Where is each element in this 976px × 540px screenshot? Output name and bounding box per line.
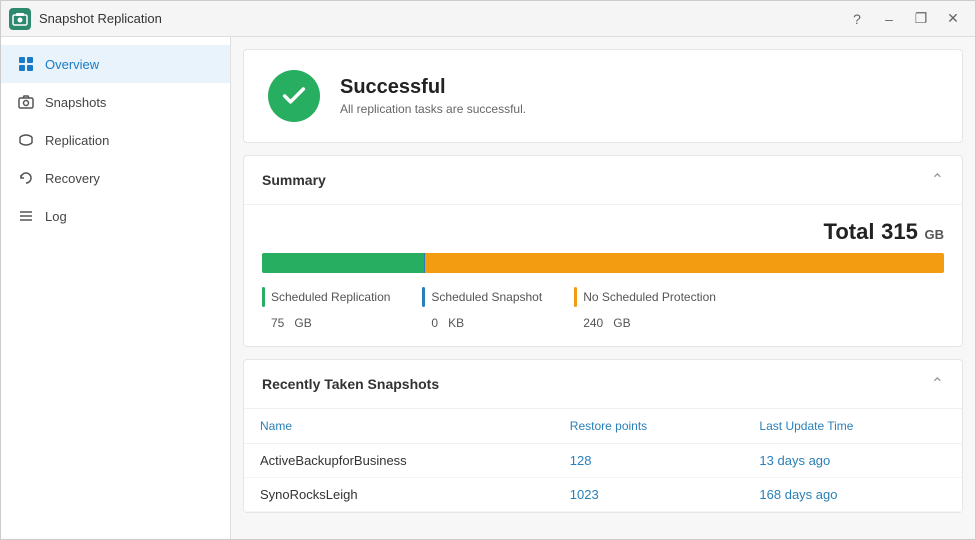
col-name: Name: [244, 409, 554, 444]
window-controls: ? – ❐ ✕: [843, 7, 967, 31]
log-icon: [17, 207, 35, 225]
summary-collapse-icon[interactable]: ⌃: [931, 170, 944, 190]
row1-update: 13 days ago: [743, 444, 962, 478]
sidebar-snapshots-label: Snapshots: [45, 95, 106, 110]
sidebar-recovery-label: Recovery: [45, 171, 100, 186]
row2-update: 168 days ago: [743, 478, 962, 512]
legend-scheduled-snapshot: Scheduled Snapshot 0 KB: [422, 287, 542, 332]
app-window: Snapshot Replication ? – ❐ ✕ Overview: [0, 0, 976, 540]
snapshots-title: Recently Taken Snapshots: [262, 376, 439, 392]
ss-unit: KB: [448, 316, 464, 330]
replication-icon: [17, 131, 35, 149]
sidebar-item-recovery[interactable]: Recovery: [1, 159, 230, 197]
legend-no-scheduled: No Scheduled Protection 240 GB: [574, 287, 716, 332]
summary-card: Summary ⌃ Total 315 GB: [243, 155, 963, 347]
sidebar-replication-label: Replication: [45, 133, 109, 148]
storage-bar: [262, 253, 944, 273]
status-description: All replication tasks are successful.: [340, 102, 526, 116]
sidebar-log-label: Log: [45, 209, 67, 224]
ns-label: No Scheduled Protection: [583, 290, 716, 304]
ns-number: 240: [583, 316, 603, 330]
maximize-button[interactable]: ❐: [907, 7, 935, 31]
sidebar-item-log[interactable]: Log: [1, 197, 230, 235]
ns-unit: GB: [613, 316, 630, 330]
sr-unit: GB: [294, 316, 311, 330]
sidebar-overview-label: Overview: [45, 57, 99, 72]
summary-header: Summary ⌃: [244, 156, 962, 205]
row2-restore: 1023: [554, 478, 744, 512]
ss-label: Scheduled Snapshot: [431, 290, 542, 304]
total-value: 315: [881, 219, 918, 244]
total-label: Total 315 GB: [262, 219, 944, 245]
green-dot: [262, 287, 265, 307]
camera-icon: [17, 93, 35, 111]
snapshots-header: Recently Taken Snapshots ⌃: [244, 360, 962, 409]
status-card: Successful All replication tasks are suc…: [243, 49, 963, 143]
app-icon: [9, 8, 31, 30]
col-restore: Restore points: [554, 409, 744, 444]
col-update: Last Update Time: [743, 409, 962, 444]
bar-yellow: [425, 253, 944, 273]
row2-name: SynoRocksLeigh: [244, 478, 554, 512]
bar-green: [262, 253, 424, 273]
table-row[interactable]: ActiveBackupforBusiness 128 13 days ago: [244, 444, 962, 478]
table-row[interactable]: SynoRocksLeigh 1023 168 days ago: [244, 478, 962, 512]
sidebar-item-snapshots[interactable]: Snapshots: [1, 83, 230, 121]
close-button[interactable]: ✕: [939, 7, 967, 31]
main-content: Successful All replication tasks are suc…: [231, 37, 975, 539]
summary-title: Summary: [262, 172, 326, 188]
window-title: Snapshot Replication: [39, 11, 843, 26]
yellow-dot: [574, 287, 577, 307]
summary-body: Total 315 GB Scheduled Replica: [244, 205, 962, 346]
storage-legend: Scheduled Replication 75 GB Scheduled Sn…: [262, 287, 944, 332]
snapshots-table: Name Restore points Last Update Time Act…: [244, 409, 962, 512]
status-text: Successful All replication tasks are suc…: [340, 76, 526, 116]
ss-value: 0 KB: [422, 311, 542, 332]
minimize-button[interactable]: –: [875, 7, 903, 31]
help-button[interactable]: ?: [843, 7, 871, 31]
ss-number: 0: [431, 316, 438, 330]
sr-label: Scheduled Replication: [271, 290, 390, 304]
titlebar: Snapshot Replication ? – ❐ ✕: [1, 1, 975, 37]
status-title: Successful: [340, 76, 526, 99]
ns-value: 240 GB: [574, 311, 716, 332]
snapshots-card: Recently Taken Snapshots ⌃ Name Restore …: [243, 359, 963, 513]
snapshots-collapse-icon[interactable]: ⌃: [931, 374, 944, 394]
snapshots-table-container: Name Restore points Last Update Time Act…: [244, 409, 962, 512]
legend-scheduled-replication: Scheduled Replication 75 GB: [262, 287, 390, 332]
total-unit: GB: [925, 227, 945, 242]
total-label-text: Total: [824, 219, 875, 244]
content-area: Overview Snapshots: [1, 37, 975, 539]
sr-number: 75: [271, 316, 284, 330]
row1-restore: 128: [554, 444, 744, 478]
blue-dot: [422, 287, 425, 307]
success-icon: [268, 70, 320, 122]
sidebar: Overview Snapshots: [1, 37, 231, 539]
recovery-icon: [17, 169, 35, 187]
sr-value: 75 GB: [262, 311, 390, 332]
row1-name: ActiveBackupforBusiness: [244, 444, 554, 478]
sidebar-item-replication[interactable]: Replication: [1, 121, 230, 159]
grid-icon: [17, 55, 35, 73]
sidebar-item-overview[interactable]: Overview: [1, 45, 230, 83]
